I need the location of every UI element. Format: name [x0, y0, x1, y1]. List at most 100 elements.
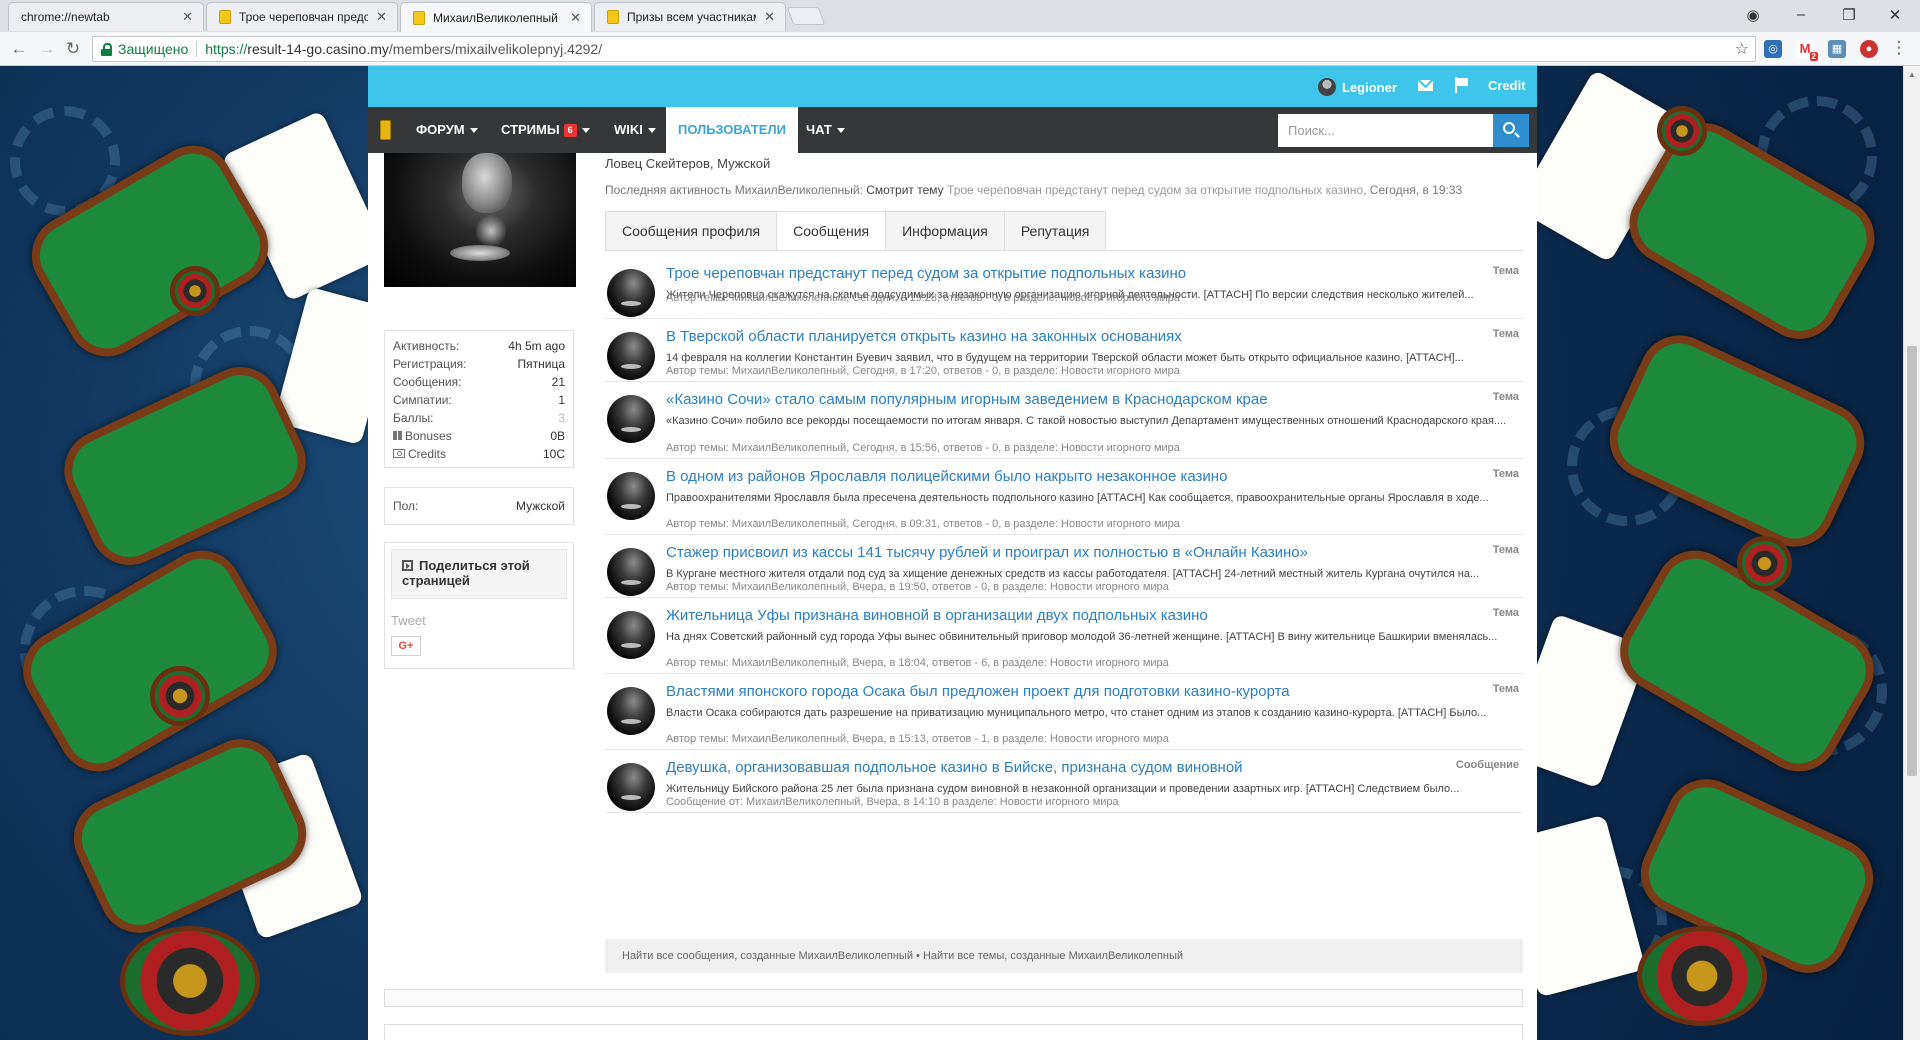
stat-value: 10C [542, 447, 565, 461]
google-plus-button[interactable]: G+ [391, 636, 421, 656]
background-decoration-right [1537, 66, 1903, 1040]
message-type-label: Тема [1492, 265, 1519, 277]
main-navigation: ФОРУМ СТРИМЫ 6 WIKI ПОЛЬЗОВАТЕЛИ ЧАТ [368, 107, 1537, 153]
extension-4-icon[interactable]: ● [1860, 40, 1878, 58]
gender-value: Мужской [515, 499, 565, 513]
profile-icon[interactable]: ◉ [1738, 6, 1768, 24]
message-snippet: Жительницу Бийского района 25 лет была п… [666, 783, 1460, 795]
gift-icon [393, 431, 402, 440]
tab-title: МихаилВеликолепный [433, 10, 558, 25]
scroll-up-arrow-icon[interactable]: ▲ [1908, 70, 1916, 79]
stat-row: Регистрация: Пятница [393, 355, 565, 373]
message-title-link[interactable]: Властями японского города Осака был пред… [666, 683, 1290, 700]
message-snippet: В Кургане местного жителя отдали под суд… [666, 568, 1480, 580]
list-item: В одном из районов Ярославля полицейским… [605, 459, 1523, 535]
stat-row: Симпатии: 1 [393, 391, 565, 409]
find-all-threads-link[interactable]: Найти все темы, созданные МихаилВеликоле… [923, 950, 1183, 962]
browser-tab-prizes[interactable]: Призы всем участникам ✕ [594, 2, 786, 31]
share-label: Поделиться этой страницей [402, 558, 530, 588]
profile-tab[interactable]: Информация [885, 211, 1004, 251]
gmail-extension-icon[interactable]: M2 [1796, 40, 1818, 61]
nav-streams[interactable]: СТРИМЫ 6 [501, 107, 590, 153]
browser-tab-profile[interactable]: МихаилВеликолепный ✕ [400, 2, 592, 32]
message-snippet: Правоохранителями Ярославля была пресече… [666, 492, 1489, 504]
site-favicon-icon [607, 10, 619, 24]
chevron-down-icon [647, 128, 656, 134]
search-button[interactable] [1493, 114, 1529, 147]
message-title-link[interactable]: Стажер присвоил из кассы 141 тысячу рубл… [666, 544, 1308, 561]
nav-label: WIKI [614, 122, 643, 137]
list-item: Властями японского города Осака был пред… [605, 674, 1523, 750]
avatar[interactable] [607, 548, 655, 596]
address-bar[interactable]: Защищено https:// result-14-go.casino.my… [92, 36, 1756, 62]
browser-tab-newtab[interactable]: chrome://newtab ✕ [8, 2, 204, 31]
profile-avatar-large[interactable] [384, 153, 576, 287]
credit-link[interactable]: Credit [1488, 78, 1526, 93]
browser-tab-strip: chrome://newtab ✕ Трое череповчан предс … [0, 0, 1920, 32]
avatar[interactable] [607, 395, 655, 443]
close-icon[interactable]: ✕ [182, 9, 193, 25]
avatar[interactable] [607, 611, 655, 659]
site-favicon-icon [413, 10, 425, 25]
user-menu[interactable]: Legioner [1318, 78, 1397, 96]
url-scheme: https:// [205, 41, 248, 57]
message-title-link[interactable]: Жительница Уфы признана виновной в орган… [666, 607, 1208, 624]
profile-tab[interactable]: Сообщения профиля [605, 211, 777, 251]
back-button[interactable]: ← [8, 39, 30, 59]
close-icon[interactable]: ✕ [570, 10, 581, 26]
tweet-link[interactable]: Tweet [391, 613, 567, 628]
close-icon[interactable]: ✕ [376, 9, 387, 25]
last-activity-topic-link[interactable]: Трое череповчан предстанут перед судом з… [947, 183, 1363, 197]
message-title-link[interactable]: В Тверской области планируется открыть к… [666, 328, 1182, 345]
maximize-button[interactable]: ❐ [1834, 6, 1864, 24]
list-item: Жительница Уфы признана виновной в орган… [605, 598, 1523, 674]
close-window-button[interactable]: ✕ [1880, 6, 1910, 24]
message-list: Трое череповчан предстанут перед судом з… [605, 256, 1523, 813]
nav-forum[interactable]: ФОРУМ [416, 107, 478, 153]
menu-kebab-icon[interactable]: ⋮ [1888, 38, 1910, 58]
user-stats-panel: Активность: 4h 5m ago Регистрация: Пятница С… [384, 330, 574, 468]
scrollbar-thumb[interactable] [1907, 346, 1917, 776]
new-tab-button[interactable] [786, 7, 826, 25]
message-title-link[interactable]: Трое череповчан предстанут перед судом з… [666, 265, 1186, 282]
search-input[interactable] [1278, 114, 1493, 147]
reload-button[interactable]: ↻ [62, 39, 84, 59]
stat-label-text: Симпатии: [393, 393, 452, 407]
stat-label-text: Credits [408, 447, 447, 461]
share-page-button[interactable]: Поделиться этой страницей [391, 549, 567, 599]
message-title-link[interactable]: Девушка, организовавшая подпольное казин… [666, 759, 1243, 776]
avatar[interactable] [607, 269, 655, 317]
flag-icon[interactable] [1454, 77, 1468, 93]
breadcrumb [384, 1024, 1523, 1040]
close-icon[interactable]: ✕ [764, 9, 775, 25]
find-all-messages-link[interactable]: Найти все сообщения, созданные МихаилВел… [622, 950, 913, 962]
page-scrollbar[interactable]: ▲ [1903, 66, 1920, 1040]
stat-value: 4h 5m ago [508, 339, 565, 353]
nav-label: ФОРУМ [416, 122, 465, 137]
envelope-icon[interactable] [1418, 80, 1433, 91]
site-logo-icon[interactable] [380, 120, 391, 140]
message-type-label: Тема [1492, 607, 1519, 619]
profile-tab[interactable]: Репутация [1003, 211, 1107, 251]
image-extension-icon[interactable]: ▦ [1828, 40, 1846, 58]
message-title-link[interactable]: В одном из районов Ярославля полицейским… [666, 468, 1227, 485]
extension-1-icon[interactable]: ◎ [1764, 40, 1782, 58]
find-links-bar: Найти все сообщения, созданные МихаилВел… [605, 939, 1523, 973]
nav-chat[interactable]: ЧАТ [806, 107, 845, 153]
profile-tab[interactable]: Сообщения [776, 211, 886, 251]
last-activity: Последняя активность МихаилВеликолепный:… [605, 183, 1462, 197]
avatar[interactable] [607, 687, 655, 735]
avatar[interactable] [607, 332, 655, 380]
last-activity-verb: Смотрит тему [866, 183, 944, 197]
message-meta: Автор темы: МихаилВеликолепный, Сегодня,… [666, 365, 1180, 377]
nav-wiki[interactable]: WIKI [614, 107, 656, 153]
minimize-button[interactable]: – [1786, 6, 1816, 23]
bookmark-star-icon[interactable]: ☆ [1735, 39, 1749, 59]
forward-button[interactable]: → [36, 39, 58, 59]
nav-users[interactable]: ПОЛЬЗОВАТЕЛИ [666, 107, 798, 153]
notification-badge: 2 [1809, 52, 1818, 61]
avatar[interactable] [607, 472, 655, 520]
browser-tab-news[interactable]: Трое череповчан предс ✕ [206, 2, 398, 31]
message-title-link[interactable]: «Казино Сочи» стало самым популярным иго… [666, 391, 1268, 408]
avatar[interactable] [607, 763, 655, 811]
